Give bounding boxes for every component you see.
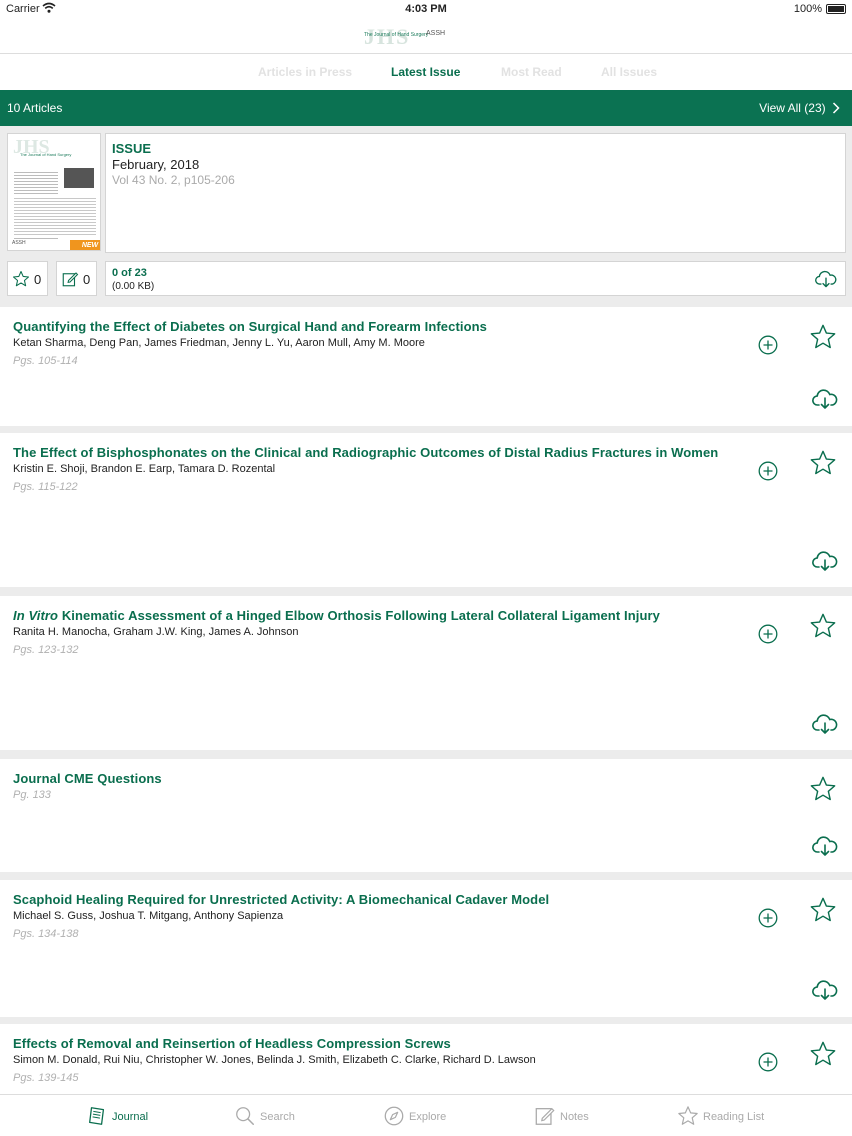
article-card[interactable]: The Effect of Bisphosphonates on the Cli…	[0, 433, 852, 587]
cover-society: ASSH	[12, 240, 26, 246]
add-to-list-icon[interactable]	[758, 624, 778, 644]
add-to-list-icon[interactable]	[758, 461, 778, 481]
issue-download-bar[interactable]: 0 of 23 (0.00 KB)	[105, 261, 846, 296]
bottom-tab-bar: Journal Search Explore Notes Reading Lis…	[0, 1094, 852, 1136]
tab-notes-label: Notes	[560, 1111, 589, 1123]
issue-cover[interactable]: JHS The Journal of Hand Surgery ASSH NEW	[7, 133, 101, 251]
article-title-rest: Kinematic Assessment of a Hinged Elbow O…	[58, 608, 660, 623]
article-pages: Pgs. 134-138	[13, 928, 79, 940]
star-count: 0	[34, 272, 42, 287]
search-icon	[236, 1107, 254, 1125]
tab-articles-in-press[interactable]: Articles in Press	[258, 65, 352, 79]
view-all-label: View All (23)	[759, 101, 826, 115]
article-card[interactable]: Scaphoid Healing Required for Unrestrict…	[0, 880, 852, 1017]
article-title[interactable]: Effects of Removal and Reinsertion of He…	[13, 1036, 451, 1051]
articles-banner: 10 Articles View All (23)	[0, 90, 852, 126]
issue-date: February, 2018	[112, 157, 200, 172]
star-icon[interactable]	[809, 612, 837, 640]
star-icon[interactable]	[809, 775, 837, 803]
cover-image	[64, 168, 94, 188]
article-title[interactable]: In Vitro Kinematic Assessment of a Hinge…	[13, 608, 660, 623]
journal-icon	[89, 1107, 105, 1125]
star-icon[interactable]	[809, 323, 837, 351]
article-pages: Pg. 133	[13, 789, 51, 801]
issue-notes-button[interactable]: 0	[56, 261, 97, 296]
tab-all-issues[interactable]: All Issues	[601, 65, 657, 79]
view-all-link[interactable]: View All (23)	[759, 101, 840, 115]
cover-title: The Journal of Hand Surgery	[20, 152, 72, 157]
issue-info[interactable]: ISSUE February, 2018 Vol 43 No. 2, p105-…	[105, 133, 846, 253]
tab-search-label: Search	[260, 1111, 295, 1123]
article-card[interactable]: Effects of Removal and Reinsertion of He…	[0, 1024, 852, 1094]
cloud-download-icon[interactable]	[812, 389, 838, 409]
article-count: 10 Articles	[7, 101, 63, 115]
add-to-list-icon[interactable]	[758, 335, 778, 355]
chevron-right-icon	[832, 102, 840, 114]
cloud-download-icon[interactable]	[812, 551, 838, 571]
cloud-download-icon[interactable]	[812, 836, 838, 856]
article-authors: Simon M. Donald, Rui Niu, Christopher W.…	[13, 1054, 536, 1066]
tab-reading-list-label: Reading List	[703, 1111, 765, 1123]
star-icon[interactable]	[809, 449, 837, 477]
logo-society: ASSH	[426, 30, 446, 37]
issue-summary: JHS The Journal of Hand Surgery ASSH NEW…	[0, 126, 852, 304]
download-progress: 0 of 23	[112, 267, 147, 279]
status-bar: Carrier 4:03 PM 100%	[0, 0, 852, 18]
article-pages: Pgs. 105-114	[13, 355, 78, 367]
star-icon	[678, 1106, 698, 1125]
issue-label: ISSUE	[112, 141, 152, 156]
star-icon[interactable]	[809, 896, 837, 924]
tab-journal-label: Journal	[112, 1111, 149, 1123]
battery-icon	[826, 4, 846, 14]
article-authors: Ranita H. Manocha, Graham J.W. King, Jam…	[13, 626, 299, 638]
article-pages: Pgs. 123-132	[13, 644, 79, 656]
article-authors: Kristin E. Shoji, Brandon E. Earp, Tamar…	[13, 463, 276, 475]
cloud-download-icon[interactable]	[812, 714, 838, 734]
clock: 4:03 PM	[405, 3, 447, 15]
journal-logo: JHS The Journal of Hand Surgery ASSH	[364, 24, 490, 49]
tab-most-read[interactable]: Most Read	[501, 65, 562, 79]
tab-explore-label: Explore	[409, 1111, 447, 1123]
header: JHS The Journal of Hand Surgery ASSH	[0, 18, 852, 54]
note-count: 0	[83, 272, 91, 287]
logo-journal-name: The Journal of Hand Surgery	[364, 32, 429, 38]
cloud-download-icon[interactable]	[812, 980, 838, 1000]
article-title-italic: In Vitro	[13, 608, 59, 623]
cloud-download-icon[interactable]	[815, 270, 837, 288]
issue-volume: Vol 43 No. 2, p105-206	[112, 173, 235, 187]
new-badge: NEW	[70, 240, 100, 250]
star-icon	[12, 270, 30, 287]
issue-tabs: Articles in Press Latest Issue Most Read…	[0, 54, 852, 90]
star-icon[interactable]	[809, 1040, 837, 1068]
article-card[interactable]: Quantifying the Effect of Diabetes on Su…	[0, 307, 852, 426]
article-pages: Pgs. 115-122	[13, 481, 78, 493]
tab-latest-issue[interactable]: Latest Issue	[391, 65, 460, 79]
article-title[interactable]: Journal CME Questions	[13, 771, 162, 786]
article-authors: Michael S. Guss, Joshua T. Mitgang, Anth…	[13, 910, 284, 922]
add-to-list-icon[interactable]	[758, 1052, 778, 1072]
notes-icon	[535, 1107, 555, 1125]
article-authors: Ketan Sharma, Deng Pan, James Friedman, …	[13, 337, 425, 349]
article-title[interactable]: The Effect of Bisphosphonates on the Cli…	[13, 445, 718, 460]
article-card[interactable]: Journal CME Questions Pg. 133	[0, 759, 852, 872]
battery-percent: 100%	[793, 3, 822, 15]
article-title[interactable]: Scaphoid Healing Required for Unrestrict…	[13, 892, 549, 907]
note-edit-icon	[62, 272, 79, 287]
article-card[interactable]: In Vitro Kinematic Assessment of a Hinge…	[0, 596, 852, 750]
download-size: (0.00 KB)	[112, 281, 155, 292]
add-to-list-icon[interactable]	[758, 908, 778, 928]
article-pages: Pgs. 139-145	[13, 1072, 79, 1084]
article-title[interactable]: Quantifying the Effect of Diabetes on Su…	[13, 319, 487, 334]
compass-icon	[384, 1106, 404, 1126]
cover-text-lines	[14, 196, 96, 236]
issue-stars-button[interactable]: 0	[7, 261, 48, 296]
